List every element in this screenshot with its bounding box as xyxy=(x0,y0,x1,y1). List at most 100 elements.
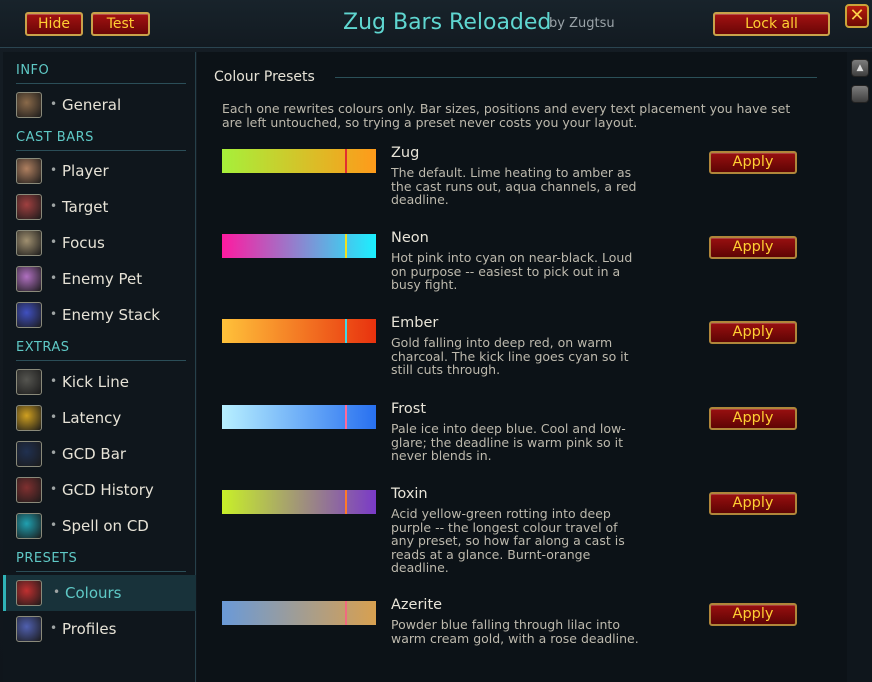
scroll-up-icon[interactable]: ▲ xyxy=(851,59,869,77)
sidebar-item-label: GCD History xyxy=(62,481,154,499)
bullet-icon: • xyxy=(50,97,58,111)
preset-swatch-bar xyxy=(222,405,376,429)
bullet-icon: • xyxy=(50,518,58,532)
sidebar-item-latency[interactable]: • Latency xyxy=(3,400,196,436)
apply-button[interactable]: Apply xyxy=(709,407,797,430)
sidebar-item-player[interactable]: • Player xyxy=(3,153,196,189)
preset-description: Pale ice into deep blue. Cool and low-gl… xyxy=(391,421,626,463)
target-icon xyxy=(16,194,42,220)
bullet-icon: • xyxy=(50,307,58,321)
preset-name: Ember xyxy=(391,315,439,331)
sidebar-item-label: Latency xyxy=(62,409,122,427)
test-button[interactable]: Test xyxy=(91,12,150,36)
sidebar-item-label: Enemy Stack xyxy=(62,306,160,324)
gcd-bar-icon xyxy=(16,441,42,467)
sidebar-item-label: Spell on CD xyxy=(62,517,149,535)
hide-button[interactable]: Hide xyxy=(25,12,83,36)
preset-description: Gold falling into deep red, on warm char… xyxy=(391,335,629,377)
preset-row-ember: Ember Gold falling into deep red, on warm… xyxy=(197,315,847,395)
deadline-marker xyxy=(345,601,348,625)
preset-name: Azerite xyxy=(391,597,443,613)
sidebar-item-gcd-history[interactable]: • GCD History xyxy=(3,472,196,508)
bullet-icon: • xyxy=(50,163,58,177)
profiles-icon xyxy=(16,616,42,642)
sidebar-item-label: Focus xyxy=(62,234,105,252)
bullet-icon: • xyxy=(50,235,58,249)
main-panel: Colour Presets Each one rewrites colours… xyxy=(197,52,847,682)
preset-swatch-bar xyxy=(222,234,376,258)
apply-button[interactable]: Apply xyxy=(709,151,797,174)
section-description: Each one rewrites colours only. Bar size… xyxy=(222,101,791,130)
sidebar-item-spell-on-cd[interactable]: • Spell on CD xyxy=(3,508,196,544)
sidebar-item-label: Colours xyxy=(65,584,122,602)
sidebar-section-divider xyxy=(16,83,186,84)
window-byline: by Zugtsu xyxy=(549,16,615,31)
bullet-icon: • xyxy=(50,410,58,424)
sidebar-section-extras: EXTRAS xyxy=(16,340,70,355)
bullet-icon: • xyxy=(50,482,58,496)
sidebar-item-label: GCD Bar xyxy=(62,445,127,463)
preset-description: The default. Lime heating to amber as th… xyxy=(391,165,637,207)
deadline-marker xyxy=(345,405,348,429)
preset-description: Powder blue falling through lilac into w… xyxy=(391,617,639,646)
sidebar-item-target[interactable]: • Target xyxy=(3,189,196,225)
close-icon[interactable]: ✕ xyxy=(845,4,869,28)
addon-window: Hide Test Zug Bars Reloaded by Zugtsu Lo… xyxy=(0,0,872,682)
sidebar-section-divider xyxy=(16,360,186,361)
lock-all-button[interactable]: Lock all xyxy=(713,12,830,36)
latency-icon xyxy=(16,405,42,431)
preset-row-toxin: Toxin Acid yellow-green rotting into deep… xyxy=(197,486,847,574)
preset-name: Toxin xyxy=(391,486,428,502)
bullet-icon: • xyxy=(50,271,58,285)
sidebar-item-label: Player xyxy=(62,162,109,180)
scroll-thumb[interactable] xyxy=(851,85,869,103)
sidebar-item-label: Enemy Pet xyxy=(62,270,143,288)
sidebar-item-label: Kick Line xyxy=(62,373,129,391)
title-bar[interactable]: Hide Test Zug Bars Reloaded by Zugtsu Lo… xyxy=(0,0,872,48)
kick-line-icon xyxy=(16,369,42,395)
preset-name: Zug xyxy=(391,145,420,161)
sidebar-item-label: Profiles xyxy=(62,620,117,638)
apply-button[interactable]: Apply xyxy=(709,236,797,259)
bullet-icon: • xyxy=(50,199,58,213)
sidebar-item-colours[interactable]: • Colours xyxy=(3,575,196,611)
general-icon xyxy=(16,92,42,118)
window-title: Zug Bars Reloaded xyxy=(343,10,552,35)
section-title: Colour Presets xyxy=(214,69,315,85)
sidebar-item-label: General xyxy=(62,96,122,114)
deadline-marker xyxy=(345,490,348,514)
sidebar-item-focus[interactable]: • Focus xyxy=(3,225,196,261)
sidebar-section-info: INFO xyxy=(16,63,50,78)
bullet-icon: • xyxy=(53,585,61,599)
preset-row-neon: Neon Hot pink into cyan on near-black. Lo… xyxy=(197,230,847,310)
apply-button[interactable]: Apply xyxy=(709,321,797,344)
focus-icon xyxy=(16,230,42,256)
deadline-marker xyxy=(345,319,348,343)
spell-on-cd-icon xyxy=(16,513,42,539)
colours-icon xyxy=(16,580,42,606)
sidebar-section-divider xyxy=(16,571,186,572)
scrollbar[interactable]: ▲ xyxy=(847,52,872,682)
section-divider xyxy=(335,77,817,78)
preset-swatch-bar xyxy=(222,149,376,173)
sidebar-section-cast-bars: CAST BARS xyxy=(16,130,94,145)
preset-row-frost: Frost Pale ice into deep blue. Cool and l… xyxy=(197,401,847,481)
player-icon xyxy=(16,158,42,184)
bullet-icon: • xyxy=(50,446,58,460)
apply-button[interactable]: Apply xyxy=(709,492,797,515)
preset-name: Frost xyxy=(391,401,427,417)
sidebar-item-enemy-stack[interactable]: • Enemy Stack xyxy=(3,297,196,333)
sidebar-item-enemy-pet[interactable]: • Enemy Pet xyxy=(3,261,196,297)
sidebar-item-profiles[interactable]: • Profiles xyxy=(3,611,196,647)
apply-button[interactable]: Apply xyxy=(709,603,797,626)
bullet-icon: • xyxy=(50,374,58,388)
bullet-icon: • xyxy=(50,621,58,635)
preset-description: Hot pink into cyan on near-black. Loud o… xyxy=(391,250,633,292)
sidebar-item-kick-line[interactable]: • Kick Line xyxy=(3,364,196,400)
deadline-marker xyxy=(345,149,348,173)
preset-swatch-bar xyxy=(222,490,376,514)
sidebar-item-gcd-bar[interactable]: • GCD Bar xyxy=(3,436,196,472)
preset-swatch-bar xyxy=(222,601,376,625)
sidebar-item-general[interactable]: • General xyxy=(3,87,196,123)
preset-swatch-bar xyxy=(222,319,376,343)
